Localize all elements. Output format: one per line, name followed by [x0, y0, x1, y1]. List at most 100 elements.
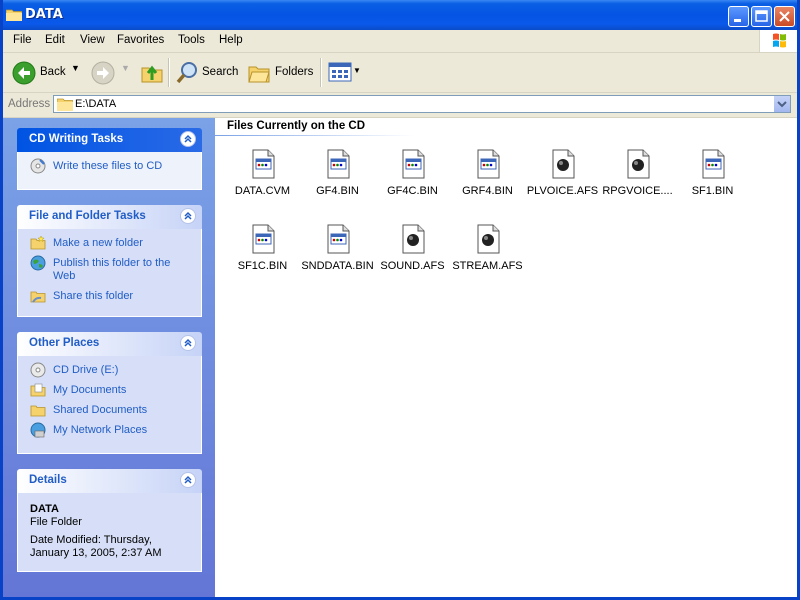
file-item[interactable]: GF4.BIN — [300, 148, 375, 197]
other-places-panel: Other Places CD Drive (E:) My Documents … — [17, 332, 202, 454]
file-name: DATA.CVM — [234, 185, 291, 197]
minimize-button[interactable] — [728, 6, 749, 27]
file-name: SNDDATA.BIN — [301, 260, 374, 272]
section-title: Files Currently on the CD — [227, 120, 366, 132]
panel-body: Make a new folder Publish this folder to… — [17, 229, 202, 317]
collapse-icon[interactable] — [180, 472, 196, 488]
file-item[interactable]: SF1C.BIN — [225, 223, 300, 272]
up-folder-icon[interactable] — [140, 60, 164, 84]
toolbar: Back ▼ ▼ Search Folders ▼ — [0, 53, 800, 93]
menu-edit[interactable]: Edit — [45, 34, 65, 46]
toolbar-separator — [320, 58, 322, 87]
cd-write-icon — [30, 158, 46, 174]
file-name: GF4.BIN — [316, 185, 359, 197]
address-bar: Address E:\DATA — [0, 93, 800, 118]
views-icon[interactable] — [328, 62, 352, 82]
network-places-icon — [30, 422, 46, 438]
panel-header[interactable]: CD Writing Tasks — [17, 128, 202, 152]
minimize-icon — [734, 19, 741, 22]
search-icon[interactable] — [175, 61, 199, 85]
file-name: GRF4.BIN — [462, 185, 513, 197]
file-item[interactable]: RPGVOICE.... — [600, 148, 675, 197]
media-file-icon — [552, 149, 574, 179]
file-item[interactable]: STREAM.AFS — [450, 223, 525, 272]
menu-view[interactable]: View — [80, 34, 105, 46]
address-label: Address — [8, 98, 51, 110]
chevron-down-icon — [777, 101, 787, 108]
folders-icon[interactable] — [247, 62, 271, 84]
file-folder-tasks-panel: File and Folder Tasks Make a new folder … — [17, 205, 202, 317]
forward-arrow-icon[interactable] — [91, 61, 115, 85]
share-folder-link[interactable]: Share this folder — [30, 290, 191, 303]
close-button[interactable] — [774, 6, 795, 27]
file-item[interactable]: GF4C.BIN — [375, 148, 450, 197]
generic-file-icon — [702, 149, 724, 179]
generic-file-icon — [477, 149, 499, 179]
details-date-modified: Date Modified: Thursday, January 13, 200… — [30, 534, 162, 559]
file-name: SF1C.BIN — [237, 260, 288, 272]
share-folder-icon — [30, 291, 46, 303]
my-documents-link[interactable]: My Documents — [30, 383, 191, 397]
back-arrow-icon[interactable] — [12, 61, 36, 85]
task-pane: CD Writing Tasks Write these files to CD… — [0, 118, 215, 600]
address-value[interactable]: E:\DATA — [75, 98, 116, 110]
folders-button-label[interactable]: Folders — [275, 66, 313, 78]
file-name: GF4C.BIN — [387, 185, 438, 197]
address-field[interactable]: E:\DATA — [53, 95, 791, 113]
file-item[interactable]: SNDDATA.BIN — [300, 223, 375, 272]
search-button-label[interactable]: Search — [202, 66, 238, 78]
address-dropdown-button[interactable] — [773, 96, 790, 112]
generic-file-icon — [327, 149, 349, 179]
section-divider — [215, 135, 415, 136]
title-bar[interactable]: DATA — [0, 0, 800, 30]
generic-file-icon — [327, 224, 349, 254]
back-dropdown-icon[interactable]: ▼ — [71, 63, 80, 73]
details-type: File Folder — [30, 516, 82, 528]
collapse-icon[interactable] — [180, 131, 196, 147]
media-file-icon — [627, 149, 649, 179]
forward-dropdown-icon[interactable]: ▼ — [121, 63, 130, 73]
file-item[interactable]: SF1.BIN — [675, 148, 750, 197]
file-item[interactable]: GRF4.BIN — [450, 148, 525, 197]
cd-drive-icon — [30, 362, 46, 378]
back-label[interactable]: Back — [40, 66, 66, 78]
media-file-icon — [402, 224, 424, 254]
file-list-view[interactable]: Files Currently on the CD DATA.CVM GF4.B… — [215, 118, 800, 600]
write-files-to-cd-link[interactable]: Write these files to CD — [30, 158, 191, 174]
collapse-icon[interactable] — [180, 208, 196, 224]
cd-drive-link[interactable]: CD Drive (E:) — [30, 362, 191, 378]
menu-file[interactable]: File — [13, 34, 32, 46]
generic-file-icon — [252, 149, 274, 179]
file-item[interactable]: DATA.CVM — [225, 148, 300, 197]
menu-help[interactable]: Help — [219, 34, 243, 46]
file-name: SF1.BIN — [691, 185, 734, 197]
window-title: DATA — [25, 7, 63, 22]
file-item[interactable]: SOUND.AFS — [375, 223, 450, 272]
views-dropdown-icon[interactable]: ▼ — [353, 66, 361, 75]
panel-body: Write these files to CD — [17, 152, 202, 190]
generic-file-icon — [252, 224, 274, 254]
collapse-icon[interactable] — [180, 335, 196, 351]
maximize-button[interactable] — [751, 6, 772, 27]
panel-title: File and Folder Tasks — [29, 210, 146, 222]
my-network-places-link[interactable]: My Network Places — [30, 422, 191, 438]
publish-folder-to-web-link[interactable]: Publish this folder to the Web — [30, 255, 191, 283]
menu-tools[interactable]: Tools — [178, 34, 205, 46]
menu-bar: File Edit View Favorites Tools Help — [0, 30, 800, 53]
new-folder-icon — [30, 235, 46, 250]
file-item[interactable]: PLVOICE.AFS — [525, 148, 600, 197]
panel-header[interactable]: File and Folder Tasks — [17, 205, 202, 229]
file-name: SOUND.AFS — [380, 260, 445, 272]
panel-body: DATA File Folder Date Modified: Thursday… — [17, 493, 202, 572]
globe-icon — [30, 255, 46, 271]
menu-favorites[interactable]: Favorites — [117, 34, 164, 46]
panel-header[interactable]: Other Places — [17, 332, 202, 356]
explorer-window: DATA File Edit View Favorites Tools Help — [0, 0, 800, 600]
file-name: PLVOICE.AFS — [526, 185, 599, 197]
make-new-folder-link[interactable]: Make a new folder — [30, 235, 191, 250]
maximize-icon — [755, 10, 768, 22]
panel-header[interactable]: Details — [17, 469, 202, 493]
panel-body: CD Drive (E:) My Documents Shared Docume… — [17, 356, 202, 454]
details-name: DATA — [30, 503, 59, 515]
shared-documents-link[interactable]: Shared Documents — [30, 404, 191, 417]
